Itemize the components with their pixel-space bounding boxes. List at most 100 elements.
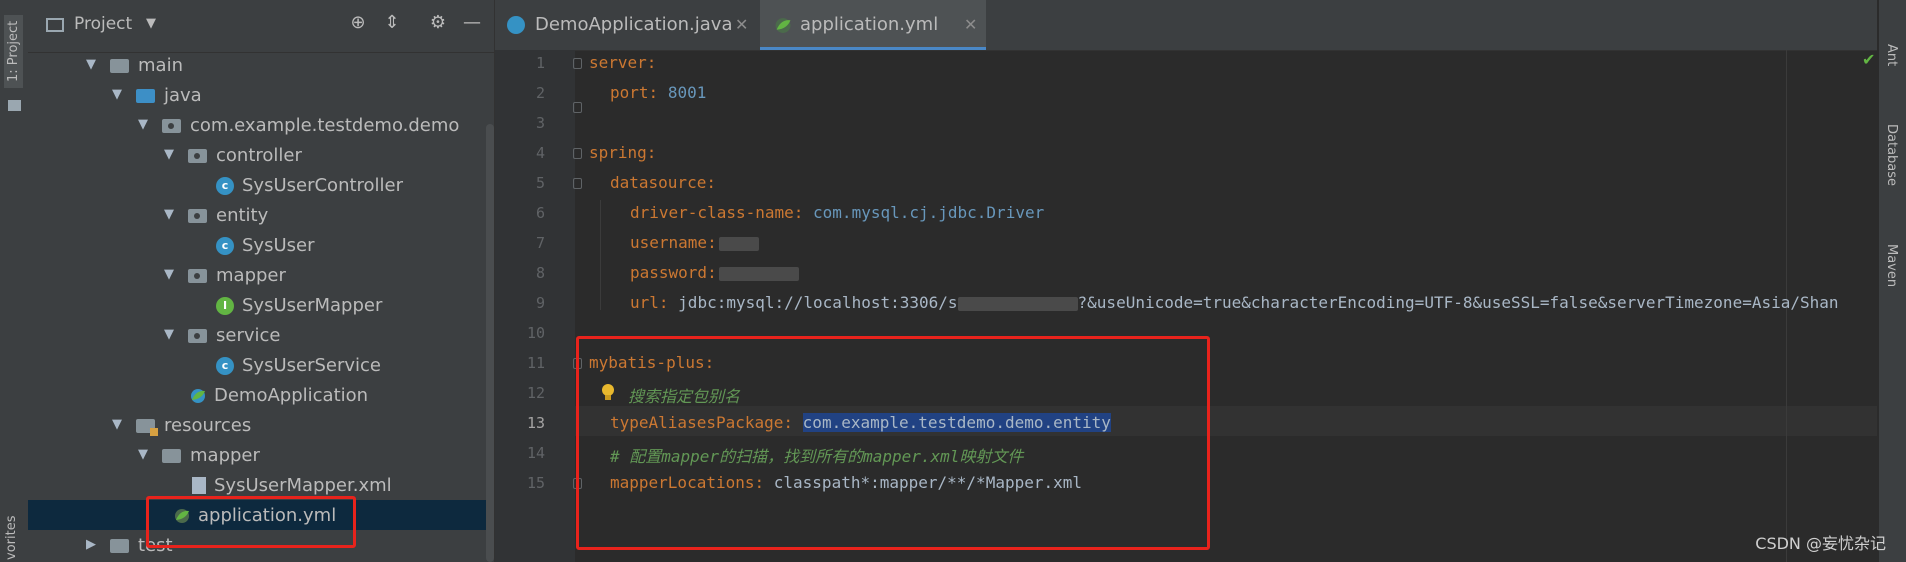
- chevron-down-icon[interactable]: ▼: [164, 147, 174, 162]
- tree-item-main[interactable]: ▼ main: [28, 50, 494, 80]
- project-panel: Project ▼ ⊕ ⇕ ⚙ — ▼ main ▼ java ▼ com.ex…: [28, 0, 495, 562]
- highlight-box-tree: [146, 496, 356, 548]
- inspection-ok-icon[interactable]: ✔: [1862, 50, 1875, 69]
- project-tool-tab[interactable]: 1: Project: [4, 14, 23, 88]
- collapse-all-icon[interactable]: ⇕: [380, 12, 404, 33]
- code-line-8[interactable]: password:: [630, 263, 799, 282]
- chevron-down-icon[interactable]: ▼: [138, 447, 148, 462]
- package-icon: [188, 329, 207, 343]
- folder-icon: [162, 449, 181, 463]
- favorites-tool-tab[interactable]: vorites: [4, 516, 19, 560]
- close-icon[interactable]: ✕: [735, 15, 748, 34]
- redacted-value: [957, 296, 1078, 311]
- project-title[interactable]: Project: [74, 14, 132, 34]
- spring-boot-class-icon: [191, 389, 205, 403]
- minimize-icon[interactable]: —: [460, 12, 484, 33]
- tab-application-yml[interactable]: application.yml ✕: [760, 0, 986, 50]
- locate-icon[interactable]: ⊕: [346, 12, 370, 33]
- code-line-2[interactable]: port: 8001: [610, 83, 706, 102]
- yaml-key: datasource:: [610, 173, 716, 192]
- chevron-down-icon[interactable]: ▼: [112, 417, 122, 432]
- line-number: 3: [535, 114, 545, 132]
- chevron-down-icon[interactable]: ▼: [112, 87, 122, 102]
- tree-item-java[interactable]: ▼ java: [28, 80, 494, 110]
- line-number: 5: [535, 174, 545, 192]
- chevron-down-icon[interactable]: ▼: [146, 16, 156, 31]
- tool-tab-ant[interactable]: Ant: [1884, 44, 1899, 66]
- line-number: 2: [535, 84, 545, 102]
- class-icon: c: [216, 177, 234, 195]
- tool-tab-maven[interactable]: Maven: [1884, 244, 1899, 287]
- package-icon: [188, 209, 207, 223]
- tree-item-label: controller: [216, 145, 302, 166]
- tree-item-mapper-package[interactable]: ▼ mapper: [28, 260, 494, 290]
- tree-item-label: main: [138, 55, 183, 76]
- tree-item-label: DemoApplication: [214, 385, 369, 406]
- resources-folder-icon: [136, 419, 158, 436]
- fold-marker[interactable]: [573, 102, 582, 113]
- package-icon: [188, 269, 207, 283]
- highlight-box-editor: [576, 336, 1210, 550]
- line-number: 4: [535, 144, 545, 162]
- chevron-down-icon[interactable]: ▼: [164, 267, 174, 282]
- tree-item-demoapplication[interactable]: DemoApplication: [28, 380, 494, 410]
- yaml-key: username:: [630, 233, 717, 252]
- tree-item-resources[interactable]: ▼ resources: [28, 410, 494, 440]
- tree-item-label: resources: [164, 415, 252, 436]
- line-number: 1: [535, 54, 545, 72]
- package-icon: [188, 149, 207, 163]
- tree-item-service[interactable]: ▼ service: [28, 320, 494, 350]
- tree-item-sysuser[interactable]: c SysUser: [28, 230, 494, 260]
- chevron-down-icon[interactable]: ▼: [164, 327, 174, 342]
- class-icon: c: [216, 357, 234, 375]
- tab-demoapplication-java[interactable]: DemoApplication.java ✕: [495, 0, 755, 50]
- folder-icon: [110, 539, 129, 553]
- line-number: 15: [526, 474, 545, 492]
- tree-item-label: SysUserMapper: [242, 295, 383, 316]
- interface-icon: I: [216, 297, 234, 315]
- tree-item-sysusermapper[interactable]: I SysUserMapper: [28, 290, 494, 320]
- tab-label: DemoApplication.java: [535, 14, 733, 35]
- tree-item-entity[interactable]: ▼ entity: [28, 200, 494, 230]
- class-icon: [507, 16, 525, 34]
- project-window-icon: [46, 18, 64, 32]
- chevron-down-icon[interactable]: ▼: [86, 57, 96, 72]
- code-line-4[interactable]: spring:: [589, 143, 656, 162]
- tree-item-label: com.example.testdemo.demo: [190, 115, 460, 136]
- tool-tab-database[interactable]: Database: [1884, 124, 1899, 186]
- tree-item-package[interactable]: ▼ com.example.testdemo.demo: [28, 110, 494, 140]
- class-icon: c: [216, 237, 234, 255]
- close-icon[interactable]: ✕: [964, 15, 977, 34]
- chevron-down-icon[interactable]: ▼: [138, 117, 148, 132]
- yaml-key: url:: [630, 293, 669, 312]
- project-scrollbar[interactable]: [486, 124, 494, 562]
- tree-item-label: SysUserMapper.xml: [214, 475, 392, 496]
- tree-item-mapper-folder[interactable]: ▼ mapper: [28, 440, 494, 470]
- tree-item-label: service: [216, 325, 281, 346]
- chevron-down-icon[interactable]: ▼: [164, 207, 174, 222]
- yaml-key: driver-class-name:: [630, 203, 804, 222]
- tree-item-sysusercontroller[interactable]: c SysUserController: [28, 170, 494, 200]
- fold-marker[interactable]: [573, 148, 582, 159]
- code-line-5[interactable]: datasource:: [610, 173, 716, 192]
- line-number: 7: [535, 234, 545, 252]
- gear-icon[interactable]: ⚙: [426, 12, 450, 33]
- yaml-value: ?&useUnicode=true&characterEncoding=UTF-…: [1077, 293, 1839, 312]
- code-line-9[interactable]: url: jdbc:mysql://localhost:3306/s ?&useU…: [630, 293, 1839, 312]
- redacted-value: [718, 266, 799, 281]
- code-line-1[interactable]: server:: [589, 53, 656, 72]
- tree-item-label: SysUser: [242, 235, 315, 256]
- fold-marker[interactable]: [573, 58, 582, 69]
- fold-marker[interactable]: [573, 178, 582, 189]
- watermark: CSDN @妄忧杂记: [1755, 534, 1886, 553]
- code-line-6[interactable]: driver-class-name: com.mysql.cj.jdbc.Dri…: [630, 203, 1044, 222]
- tree-item-controller[interactable]: ▼ controller: [28, 140, 494, 170]
- chevron-right-icon[interactable]: ▶: [86, 537, 96, 552]
- code-line-7[interactable]: username:: [630, 233, 759, 252]
- line-number: 12: [526, 384, 545, 402]
- tree-item-label: entity: [216, 205, 269, 226]
- line-number: 10: [526, 324, 545, 342]
- source-folder-icon: [136, 89, 155, 103]
- yaml-value: jdbc:mysql://localhost:3306/s: [678, 293, 958, 312]
- tree-item-sysuserservice[interactable]: c SysUserService: [28, 350, 494, 380]
